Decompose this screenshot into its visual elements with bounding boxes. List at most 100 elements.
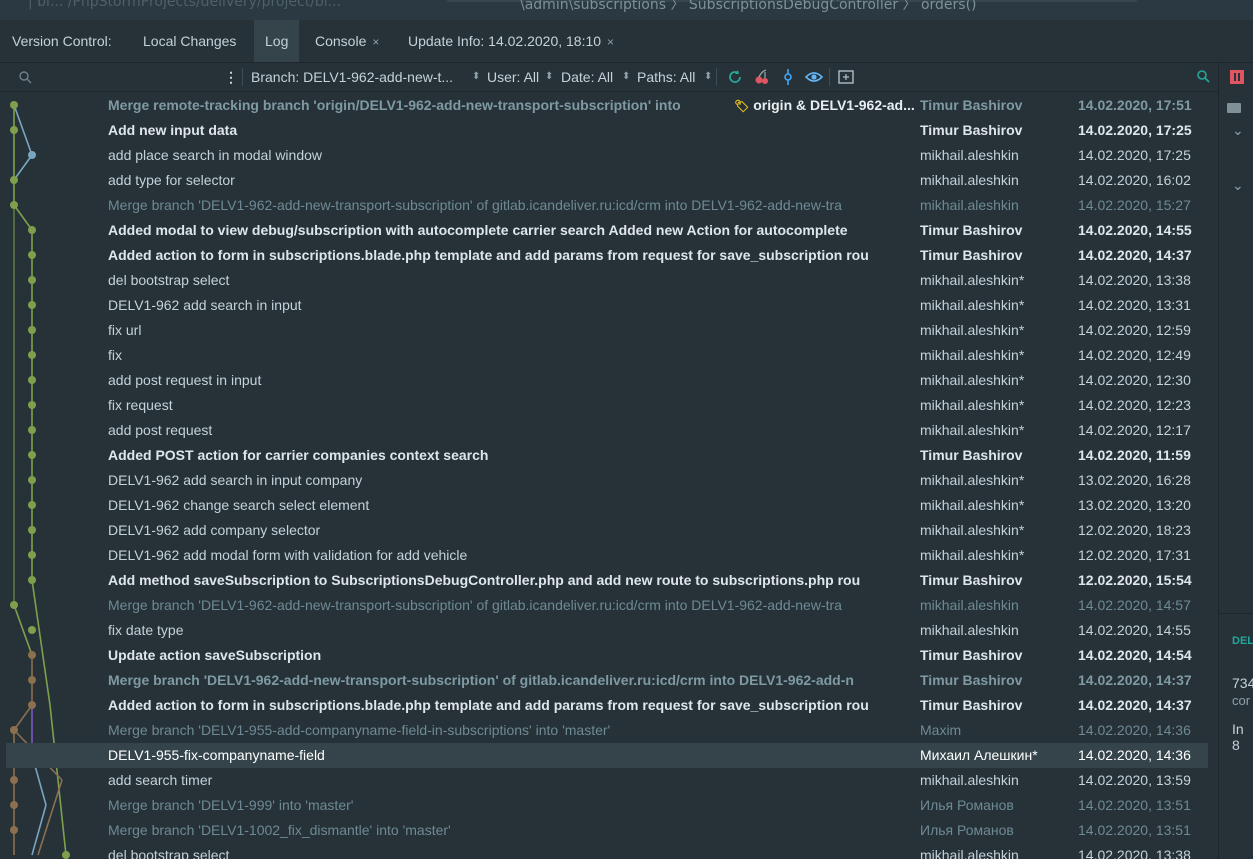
commit-date: 14.02.2020, 12:49	[1078, 347, 1191, 363]
divider	[716, 68, 717, 86]
table-row[interactable]: DELV1-962 add company selector mikhail.al…	[6, 518, 1208, 543]
commit-date: 14.02.2020, 17:25	[1078, 122, 1192, 138]
commit-message: DELV1-962 add search in input	[108, 297, 302, 313]
refresh-icon[interactable]	[727, 69, 743, 85]
commit-date: 14.02.2020, 13:51	[1078, 822, 1191, 838]
commit-message: fix url	[108, 322, 142, 338]
date-filter[interactable]: Date: All	[561, 63, 613, 91]
table-row[interactable]: fix mikhail.aleshkin* 14.02.2020, 12:49	[6, 343, 1208, 368]
commit-date: 14.02.2020, 13:59	[1078, 772, 1191, 788]
commit-author: Илья Романов	[920, 822, 1014, 838]
commit-message: fix request	[108, 397, 173, 413]
commit-date: 14.02.2020, 15:27	[1078, 197, 1191, 213]
table-row[interactable]: DELV1-955-fix-companyname-field Михаил Ал…	[6, 743, 1208, 768]
scrollbar[interactable]	[1208, 93, 1218, 859]
table-row[interactable]: del bootstrap select mikhail.aleshkin 14.0…	[6, 843, 1208, 859]
eye-icon[interactable]	[805, 69, 823, 85]
tool-window-title: Version Control:	[12, 33, 112, 49]
table-row[interactable]: Merge branch 'DELV1-962-add-new-transpor…	[6, 593, 1208, 618]
search-icon[interactable]	[1196, 69, 1212, 85]
table-row[interactable]: fix date type mikhail.aleshkin 14.02.2020,…	[6, 618, 1208, 643]
commit-date: 14.02.2020, 13:51	[1078, 797, 1191, 813]
details-text: cor	[1232, 693, 1251, 708]
details-hash: 734	[1232, 675, 1253, 691]
table-row[interactable]: Add new input data Timur Bashirov 14.02.20…	[6, 118, 1208, 143]
table-row[interactable]: Merge branch 'DELV1-962-add-new-transpor…	[6, 193, 1208, 218]
tab-update-info[interactable]: Update Info: 14.02.2020, 18:10 ×	[398, 20, 624, 62]
commit-author: Timur Bashirov	[920, 572, 1023, 588]
table-row[interactable]: Add method saveSubscription to Subscript…	[6, 568, 1208, 593]
commit-message: Merge branch 'DELV1-962-add-new-transpor…	[108, 672, 854, 688]
commit-message: Merge branch 'DELV1-962-add-new-transpor…	[108, 597, 842, 613]
commit-message: DELV1-962 add search in input company	[108, 472, 363, 488]
folder-icon[interactable]	[1227, 103, 1241, 113]
commit-author: mikhail.aleshkin*	[920, 397, 1025, 413]
commit-date: 14.02.2020, 13:31	[1078, 297, 1191, 313]
table-row[interactable]: add place search in modal window mikhail.…	[6, 143, 1208, 168]
table-row[interactable]: Merge branch 'DELV1-962-add-new-transpor…	[6, 668, 1208, 693]
commit-author: mikhail.aleshkin	[920, 197, 1019, 213]
filter-options-icon[interactable]: ⋮	[224, 63, 238, 91]
tab-console[interactable]: Console ×	[305, 20, 389, 62]
table-row[interactable]: DELV1-962 add search in input mikhail.ale…	[6, 293, 1208, 318]
split-view-icon[interactable]	[1229, 69, 1245, 85]
commit-icon[interactable]	[780, 69, 796, 85]
commit-date: 14.02.2020, 12:59	[1078, 322, 1191, 338]
table-row[interactable]: Merge branch 'DELV1-955-add-companyname-…	[6, 718, 1208, 743]
close-icon[interactable]: ×	[607, 35, 614, 49]
search-input[interactable]	[6, 65, 220, 89]
table-row[interactable]: Update action saveSubscription Timur Bash…	[6, 643, 1208, 668]
commit-message: Add new input data	[108, 122, 238, 138]
table-row[interactable]: add search timer mikhail.aleshkin 14.02.20…	[6, 768, 1208, 793]
commit-date: 14.02.2020, 14:54	[1078, 647, 1192, 663]
user-filter[interactable]: User: All	[487, 63, 539, 91]
commit-author: Timur Bashirov	[920, 697, 1023, 713]
commit-author: mikhail.aleshkin*	[920, 472, 1025, 488]
table-row[interactable]: add post request in input mikhail.aleshki…	[6, 368, 1208, 393]
table-row[interactable]: DELV1-962 add search in input company mik…	[6, 468, 1208, 493]
close-icon[interactable]: ×	[372, 35, 379, 49]
commit-author: mikhail.aleshkin*	[920, 422, 1025, 438]
chevron-down-icon[interactable]: ⌄	[1232, 123, 1244, 139]
tab-log[interactable]: Log	[254, 20, 300, 62]
table-row[interactable]: Added POST action for carrier companies …	[6, 443, 1208, 468]
commit-log-table[interactable]: Merge remote-tracking branch 'origin/DEL…	[6, 93, 1208, 859]
tab-label: Local Changes	[143, 33, 237, 49]
diff-icon[interactable]	[838, 69, 854, 85]
project-path: | bl... /PhpStormProjects/delivery/proje…	[28, 0, 342, 10]
cherry-pick-icon[interactable]	[754, 69, 770, 85]
table-row[interactable]: add post request mikhail.aleshkin* 14.02.2…	[6, 418, 1208, 443]
table-row[interactable]: DELV1-962 change search select element mi…	[6, 493, 1208, 518]
table-row[interactable]: Merge branch 'DELV1-999' into 'master' Ил…	[6, 793, 1208, 818]
table-row[interactable]: Merge remote-tracking branch 'origin/DEL…	[6, 93, 1208, 118]
breadcrumb[interactable]: \admin\subscriptions 〉 SubscriptionsDebu…	[520, 0, 977, 14]
table-row[interactable]: Added action to form in subscriptions.bl…	[6, 693, 1208, 718]
table-row[interactable]: Added modal to view debug/subscription w…	[6, 218, 1208, 243]
paths-filter[interactable]: Paths: All	[637, 63, 695, 91]
commit-date: 12.02.2020, 17:31	[1078, 547, 1191, 563]
search-field[interactable]	[36, 67, 220, 87]
table-row[interactable]: Merge branch 'DELV1-1002_fix_dismantle' …	[6, 818, 1208, 843]
commit-message: Added modal to view debug/subscription w…	[108, 222, 848, 238]
commit-author: Михаил Алешкин*	[920, 747, 1038, 763]
commit-author: mikhail.aleshkin*	[920, 497, 1025, 513]
divider	[1219, 613, 1253, 614]
chevron-down-icon[interactable]: ⌄	[1232, 178, 1244, 194]
chevron-down-icon: ⬍	[472, 71, 481, 82]
commit-message: fix	[108, 347, 122, 363]
table-row[interactable]: add type for selector mikhail.aleshkin 14.…	[6, 168, 1208, 193]
commit-message: DELV1-962 add modal form with validation…	[108, 547, 468, 563]
table-row[interactable]: del bootstrap select mikhail.aleshkin* 14.…	[6, 268, 1208, 293]
commit-date: 14.02.2020, 17:25	[1078, 147, 1191, 163]
branch-filter[interactable]: Branch: DELV1-962-add-new-t...	[251, 63, 453, 91]
commit-author: mikhail.aleshkin*	[920, 322, 1025, 338]
commit-date: 12.02.2020, 15:54	[1078, 572, 1192, 588]
tab-local-changes[interactable]: Local Changes	[133, 20, 246, 62]
table-row[interactable]: fix request mikhail.aleshkin* 14.02.2020, …	[6, 393, 1208, 418]
table-row[interactable]: fix url mikhail.aleshkin* 14.02.2020, 12:5…	[6, 318, 1208, 343]
table-row[interactable]: DELV1-962 add modal form with validation…	[6, 543, 1208, 568]
table-row[interactable]: Added action to form in subscriptions.bl…	[6, 243, 1208, 268]
commit-message: Update action saveSubscription	[108, 647, 322, 663]
commit-date: 14.02.2020, 14:36	[1078, 722, 1191, 738]
commit-date: 14.02.2020, 14:37	[1078, 697, 1192, 713]
